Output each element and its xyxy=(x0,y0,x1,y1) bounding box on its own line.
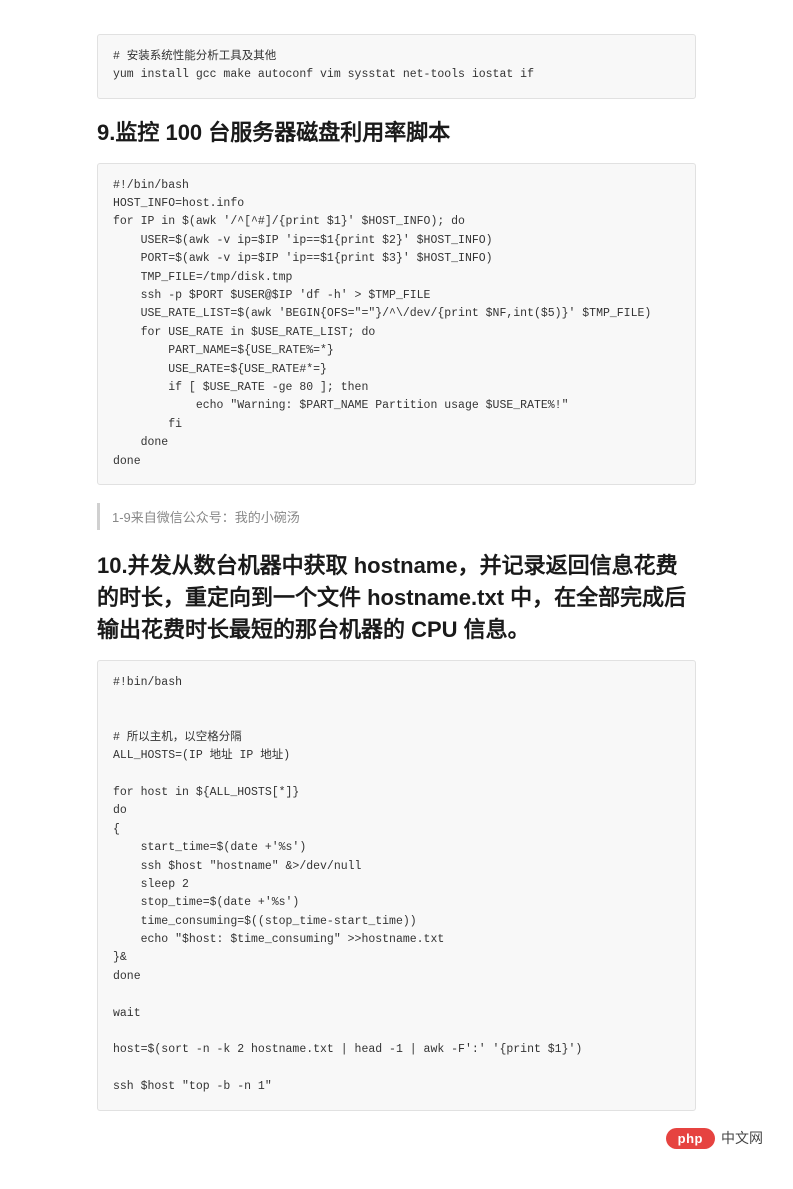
heading-section-9: 9.监控 100 台服务器磁盘利用率脚本 xyxy=(97,117,696,149)
code-block-1: # 安装系统性能分析工具及其他 yum install gcc make aut… xyxy=(97,34,696,99)
blockquote-source: 1-9来自微信公众号：我的小碗汤 xyxy=(97,503,696,530)
code-block-3: #!bin/bash # 所以主机，以空格分隔 ALL_HOSTS=(IP 地址… xyxy=(97,660,696,1111)
watermark-text: 中文网 xyxy=(721,1128,763,1148)
watermark-badge: php xyxy=(666,1128,715,1149)
heading-section-10: 10.并发从数台机器中获取 hostname，并记录返回信息花费的时长，重定向到… xyxy=(97,550,696,646)
code-block-2: #!/bin/bash HOST_INFO=host.info for IP i… xyxy=(97,163,696,485)
watermark: php 中文网 xyxy=(666,1128,763,1149)
